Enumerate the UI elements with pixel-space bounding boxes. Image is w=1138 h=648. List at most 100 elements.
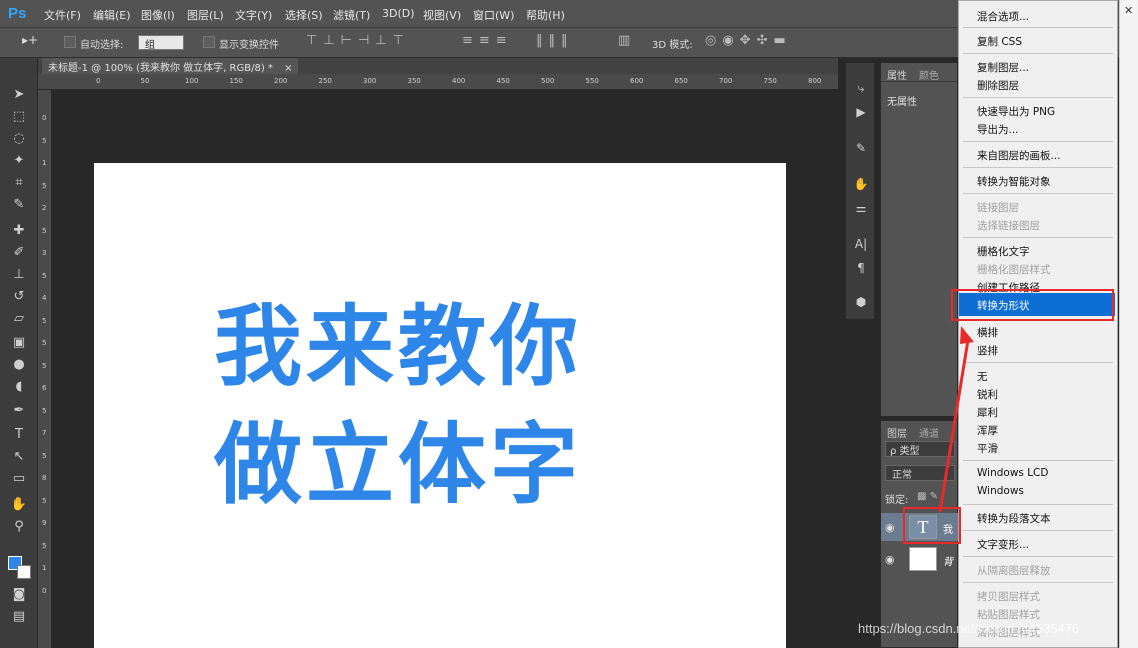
menu-item-vertical[interactable]: 竖排 xyxy=(977,343,998,358)
menu-item-aa-smooth[interactable]: 平滑 xyxy=(977,441,998,456)
menu-select[interactable]: 选择(S) xyxy=(285,7,323,23)
menu-item-quick-export-png[interactable]: 快速导出为 PNG xyxy=(977,104,1055,119)
tool-presets-icon[interactable]: ⚌ xyxy=(853,201,869,217)
tab-channels[interactable]: 通道 xyxy=(919,425,939,440)
blur-tool-icon[interactable]: ● xyxy=(7,354,31,374)
screen-mode-icon[interactable]: ▤ xyxy=(7,606,31,626)
document-canvas[interactable]: 我来教你 做立体字 xyxy=(94,163,786,648)
paragraph-icon[interactable]: ¶ xyxy=(853,261,869,277)
ruler-tick-label: 6 xyxy=(42,384,47,392)
hand-tool-icon[interactable]: ✋ xyxy=(7,494,31,514)
brush-presets-icon[interactable]: ✎ xyxy=(853,141,869,157)
eraser-tool-icon[interactable]: ▱ xyxy=(7,308,31,328)
menu-item-aa-crisp[interactable]: 犀利 xyxy=(977,405,998,420)
pen-tool-icon[interactable]: ✒ xyxy=(7,400,31,420)
mode-3d-label: 3D 模式: xyxy=(652,40,693,51)
show-transform-checkbox[interactable] xyxy=(203,36,215,48)
ruler-tick-label: 7 xyxy=(42,429,47,437)
auto-select-checkbox[interactable] xyxy=(64,36,76,48)
menu-view[interactable]: 视图(V) xyxy=(423,7,461,23)
menu-item-rasterize-type[interactable]: 栅格化文字 xyxy=(977,244,1030,259)
menu-item-export-as[interactable]: 导出为... xyxy=(977,122,1019,137)
marquee-tool-icon[interactable]: ⬚ xyxy=(7,106,31,126)
brush-tool-icon[interactable]: ✐ xyxy=(7,242,31,262)
menu-item-convert-to-shape[interactable]: 转换为形状 xyxy=(977,298,1030,313)
layer-row-text[interactable]: ◉ T 我 xyxy=(881,513,959,541)
move-tool-icon[interactable]: ➤ xyxy=(7,84,31,104)
ruler-tick-label: 2 xyxy=(42,204,47,212)
stamp-tool-icon[interactable]: ⊥ xyxy=(7,264,31,284)
3d-cube-icon[interactable]: ⬢ xyxy=(853,295,869,311)
background-color-swatch[interactable] xyxy=(17,565,31,579)
document-tab[interactable]: 未标题-1 @ 100% (我来教你 做立体字, RGB/8) * × xyxy=(42,58,299,74)
type-tool-icon[interactable]: T xyxy=(7,424,31,444)
layer-row-background[interactable]: ◉ 背 xyxy=(881,545,959,573)
quick-mask-icon[interactable]: ◙ xyxy=(7,584,31,604)
menu-separator xyxy=(963,167,1113,168)
healing-brush-icon[interactable]: ✚ xyxy=(7,220,31,240)
crop-tool-icon[interactable]: ⌗ xyxy=(7,172,31,192)
menu-item-artboard-from-layers[interactable]: 来自图层的画板... xyxy=(977,148,1061,163)
scrollbar[interactable]: ✕ xyxy=(1119,0,1138,648)
menu-item-highlight[interactable]: 转换为形状 xyxy=(959,293,1115,316)
tab-color[interactable]: 颜色 xyxy=(919,67,939,82)
close-icon[interactable]: × xyxy=(284,63,292,74)
menu-filter[interactable]: 滤镜(T) xyxy=(333,7,370,23)
menu-item-warp-text[interactable]: 文字变形... xyxy=(977,537,1029,552)
menu-window[interactable]: 窗口(W) xyxy=(473,7,514,23)
auto-align-icon[interactable]: ▥ xyxy=(618,33,630,48)
menu-item-convert-paragraph[interactable]: 转换为段落文本 xyxy=(977,511,1051,526)
magic-wand-icon[interactable]: ✦ xyxy=(7,150,31,170)
distribute-h-icons[interactable]: ‖‖‖ xyxy=(536,33,574,48)
character-icon[interactable]: A| xyxy=(853,237,869,253)
menu-item-windows-lcd[interactable]: Windows LCD xyxy=(977,467,1048,479)
menu-separator xyxy=(963,237,1113,238)
ruler-tick-label: 0 xyxy=(42,586,47,595)
eye-icon[interactable]: ◉ xyxy=(885,521,895,534)
actions-play-icon[interactable]: ▶ xyxy=(853,105,869,121)
group-select[interactable]: 组 xyxy=(138,35,184,51)
gradient-tool-icon[interactable]: ▣ xyxy=(7,332,31,352)
menu-item-aa-none[interactable]: 无 xyxy=(977,369,988,384)
menu-item-delete-layer[interactable]: 删除图层 xyxy=(977,78,1019,93)
menu-file[interactable]: 文件(F) xyxy=(44,7,81,23)
menu-type[interactable]: 文字(Y) xyxy=(235,7,272,23)
shape-tool-icon[interactable]: ▭ xyxy=(7,468,31,488)
menu-item-aa-strong[interactable]: 浑厚 xyxy=(977,423,998,438)
blend-mode-select[interactable]: 正常 xyxy=(885,465,955,481)
eye-icon[interactable]: ◉ xyxy=(885,553,895,566)
eyedropper-icon[interactable]: ✎ xyxy=(7,194,31,214)
menu-item-windows[interactable]: Windows xyxy=(977,485,1024,497)
brushes-icon[interactable]: ✋ xyxy=(853,177,869,193)
menu-item-blending-options[interactable]: 混合选项... xyxy=(977,9,1029,24)
menu-item-aa-sharp[interactable]: 锐利 xyxy=(977,387,998,402)
distribute-icons[interactable]: ≡≡≡ xyxy=(462,33,513,48)
menu-item-convert-smart-object[interactable]: 转换为智能对象 xyxy=(977,174,1051,189)
close-icon[interactable]: ✕ xyxy=(1124,4,1133,17)
ruler-tick-label: 800 xyxy=(808,77,822,85)
menu-edit[interactable]: 编辑(E) xyxy=(93,7,131,23)
path-select-icon[interactable]: ↖ xyxy=(7,446,31,466)
menu-separator xyxy=(963,362,1113,363)
menu-help[interactable]: 帮助(H) xyxy=(526,7,565,23)
align-icons[interactable]: ⊤⊥⊢⊣⊥⊤ xyxy=(306,33,410,48)
menu-layer[interactable]: 图层(L) xyxy=(187,7,224,23)
3d-mode-icons[interactable]: ◎◉✥✣▬ xyxy=(705,33,792,48)
lasso-tool-icon[interactable]: ◌ xyxy=(7,128,31,148)
history-brush-icon[interactable]: ↺ xyxy=(7,286,31,306)
menu-image[interactable]: 图像(I) xyxy=(141,7,175,23)
zoom-tool-icon[interactable]: ⚲ xyxy=(7,516,31,536)
tab-layers[interactable]: 图层 xyxy=(887,425,907,440)
menu-item-horizontal[interactable]: 横排 xyxy=(977,325,998,340)
menu-item-duplicate-layer[interactable]: 复制图层... xyxy=(977,60,1029,75)
lock-icons[interactable]: ▩ ✎ xyxy=(917,491,938,502)
move-tool-icon[interactable]: ▸+ xyxy=(22,33,38,47)
history-icon[interactable]: ⤷ xyxy=(853,81,869,97)
ruler-tick-label: 450 xyxy=(496,77,510,85)
menu-item-release-isolation: 从隔离图层释放 xyxy=(977,565,1051,577)
menu-item-copy-css[interactable]: 复制 CSS xyxy=(977,34,1022,49)
dodge-tool-icon[interactable]: ◖ xyxy=(7,376,31,396)
menu-3d[interactable]: 3D(D) xyxy=(382,7,415,20)
tab-properties[interactable]: 属性 xyxy=(887,67,907,82)
layer-filter-select[interactable]: ρ 类型 xyxy=(885,441,955,457)
